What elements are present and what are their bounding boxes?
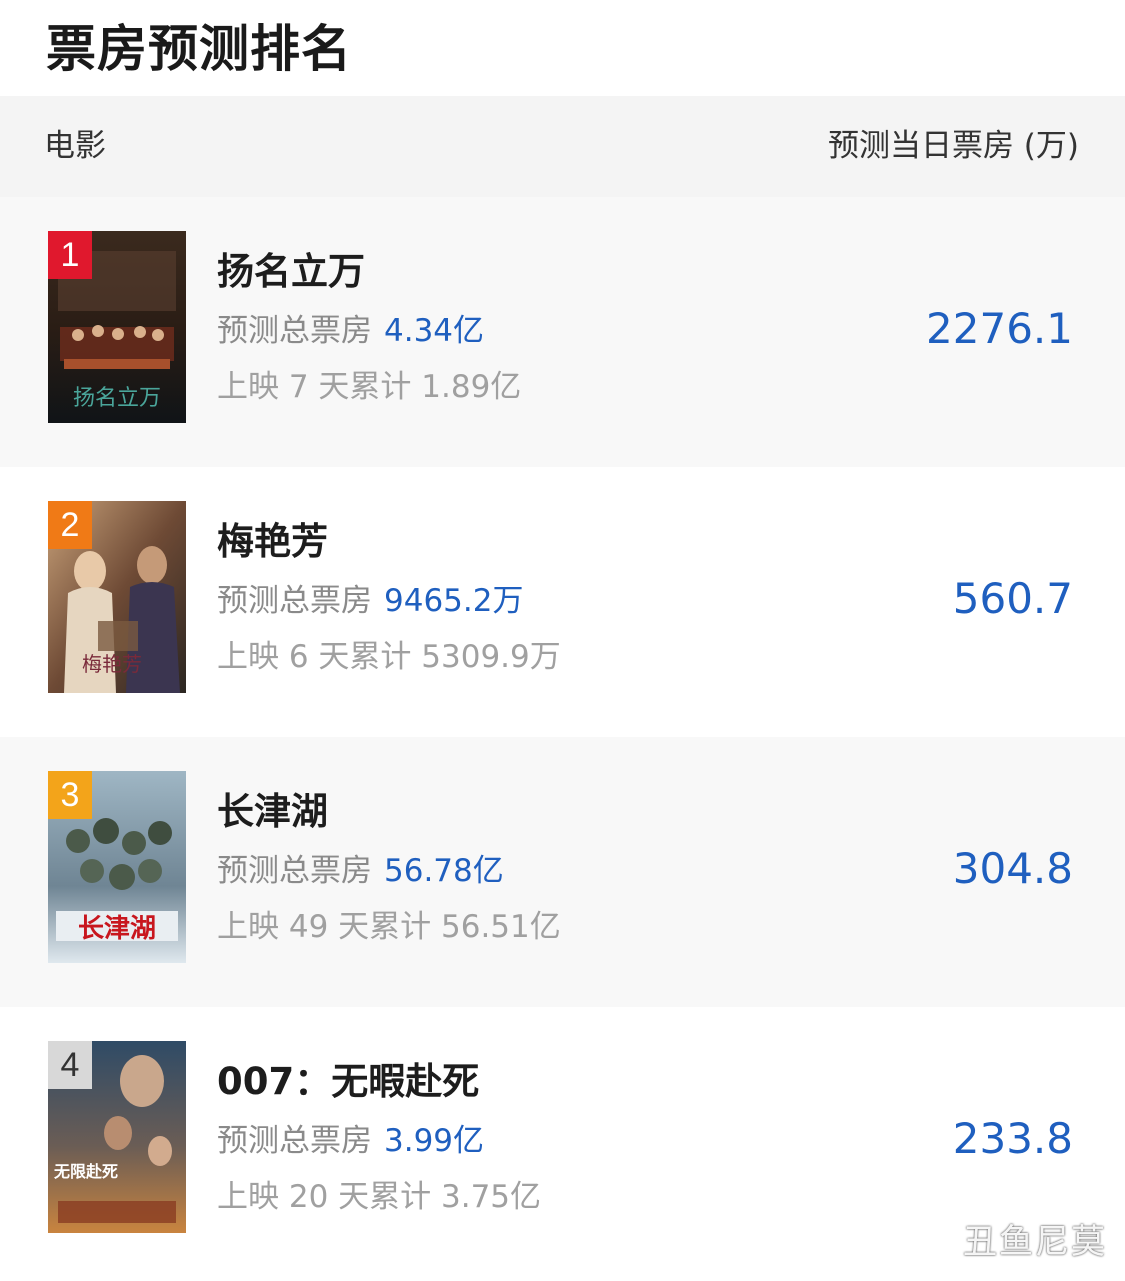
movie-poster[interactable]: 梅艳芳 2 (48, 501, 186, 693)
daily-forecast-value: 233.8 (952, 1114, 1073, 1163)
movie-title[interactable]: 梅艳芳 (217, 517, 328, 567)
daily-forecast-value: 304.8 (952, 844, 1073, 893)
cumulative-box-office: 上映 6 天累计 5309.9万 (217, 639, 561, 675)
svg-text:无限赴死: 无限赴死 (53, 1162, 118, 1181)
rank-badge: 3 (48, 771, 92, 819)
column-header-forecast: 预测当日票房 (万) (827, 128, 1079, 164)
movie-title[interactable]: 长津湖 (217, 787, 328, 837)
table-header: 电影 预测当日票房 (万) (0, 96, 1125, 197)
forecast-total-value: 9465.2万 (384, 583, 524, 619)
movie-row[interactable]: 长津湖 3 长津湖 预测总票房 56.78亿 上映 49 天累计 56.51亿 3… (0, 737, 1125, 1007)
forecast-total: 预测总票房 56.78亿 (217, 849, 504, 893)
movie-row[interactable]: 梅艳芳 2 梅艳芳 预测总票房 9465.2万 上映 6 天累计 5309.9万 … (0, 467, 1125, 737)
forecast-total-label: 预测总票房 (217, 313, 372, 349)
svg-text:梅艳芳: 梅艳芳 (82, 652, 142, 676)
forecast-total: 预测总票房 9465.2万 (217, 579, 523, 623)
daily-forecast-value: 560.7 (952, 574, 1073, 623)
forecast-total-label: 预测总票房 (217, 853, 372, 889)
column-header-movie: 电影 (44, 128, 106, 164)
cumulative-box-office: 上映 49 天累计 56.51亿 (217, 909, 561, 945)
forecast-total: 预测总票房 4.34亿 (217, 309, 484, 353)
daily-forecast-value: 2276.1 (926, 304, 1073, 353)
rank-badge: 2 (48, 501, 92, 549)
svg-text:长津湖: 长津湖 (78, 914, 156, 944)
forecast-total-label: 预测总票房 (217, 583, 372, 619)
watermark: 丑鱼尼莫 (963, 1222, 1107, 1262)
svg-text:扬名立万: 扬名立万 (73, 386, 161, 411)
forecast-total-value: 56.78亿 (384, 853, 504, 889)
movie-row[interactable]: 无限赴死 4 007：无暇赴死 预测总票房 3.99亿 上映 20 天累计 3.7… (0, 1007, 1125, 1277)
movie-title[interactable]: 007：无暇赴死 (217, 1057, 479, 1107)
movie-row[interactable]: 扬名立万 1 扬名立万 预测总票房 4.34亿 上映 7 天累计 1.89亿 22… (0, 197, 1125, 467)
movie-poster[interactable]: 无限赴死 4 (48, 1041, 186, 1233)
forecast-total-value: 3.99亿 (384, 1123, 485, 1159)
movie-poster[interactable]: 长津湖 3 (48, 771, 186, 963)
forecast-total-label: 预测总票房 (217, 1123, 372, 1159)
rank-badge: 4 (48, 1041, 92, 1089)
page-title: 票房预测排名 (46, 20, 352, 78)
movie-title[interactable]: 扬名立万 (217, 247, 365, 297)
forecast-total: 预测总票房 3.99亿 (217, 1119, 484, 1163)
movie-poster[interactable]: 扬名立万 1 (48, 231, 186, 423)
cumulative-box-office: 上映 20 天累计 3.75亿 (217, 1179, 542, 1215)
cumulative-box-office: 上映 7 天累计 1.89亿 (217, 369, 522, 405)
forecast-total-value: 4.34亿 (384, 313, 485, 349)
rank-badge: 1 (48, 231, 92, 279)
